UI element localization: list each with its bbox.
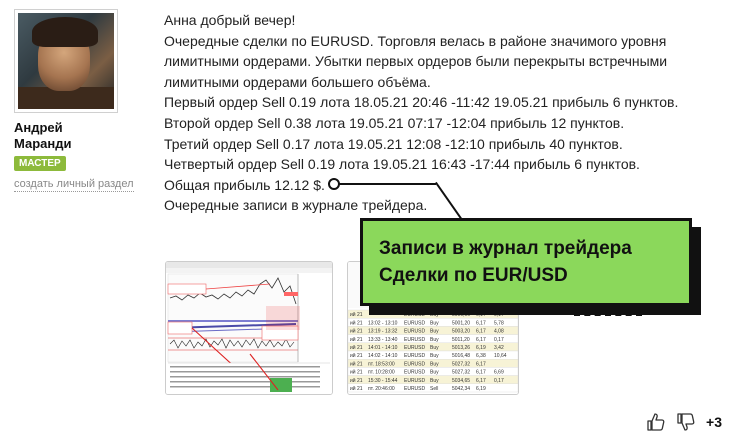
journal-cell: EURUSD bbox=[404, 345, 426, 351]
callout-subtitle: Сделки по EUR/USD bbox=[379, 265, 568, 286]
journal-cell: Sell bbox=[430, 386, 438, 392]
journal-cell: 4,08 bbox=[494, 329, 504, 335]
callout-title: Записи в журнал трейдера bbox=[379, 238, 632, 259]
journal-cell: 6,19 bbox=[476, 386, 486, 392]
journal-cell: 5034,65 bbox=[452, 378, 470, 384]
journal-cell: EURUSD bbox=[404, 312, 426, 318]
reactions-bar: +3 bbox=[646, 412, 722, 432]
journal-cell: ий 21 bbox=[350, 369, 363, 376]
journal-cell: Buy bbox=[430, 337, 439, 343]
post-line: лимитными ордерами. Убытки первых ордеро… bbox=[164, 53, 668, 70]
journal-cell: 5000,06 bbox=[452, 312, 470, 318]
journal-cell: 13:02 - 13:10 bbox=[368, 320, 398, 326]
journal-cell: Buy bbox=[430, 378, 439, 384]
journal-cell: EURUSD bbox=[404, 370, 426, 376]
journal-cell: ий 21 bbox=[350, 319, 363, 326]
journal-cell: ий 21 bbox=[350, 328, 363, 335]
callout-marker-dot bbox=[328, 178, 340, 190]
post-line: лимитными ордерами большего объёма. bbox=[164, 73, 431, 90]
thumbs-down-icon[interactable] bbox=[676, 412, 696, 432]
journal-cell: ий 21 bbox=[350, 352, 363, 359]
post-line: Второй ордер Sell 0.38 лота 19.05.21 07:… bbox=[164, 114, 625, 131]
journal-cell: EURUSD bbox=[404, 386, 426, 392]
journal-cell: ий 21 bbox=[350, 311, 363, 318]
post-line: Четвертый ордер Sell 0.19 лота 19.05.21 … bbox=[164, 156, 640, 173]
post-line: Очередные записи в журнале трейдера. bbox=[164, 197, 428, 214]
journal-cell: 5027,32 bbox=[452, 370, 470, 376]
user-first-name: Андрей bbox=[14, 120, 63, 135]
journal-cell: 5042,34 bbox=[452, 386, 470, 392]
journal-cell: Buy bbox=[430, 329, 439, 335]
journal-cell: 15:30 - 15:44 bbox=[368, 378, 398, 384]
create-section-link[interactable]: создать личный раздел bbox=[14, 178, 134, 192]
journal-cell: 0,17 bbox=[494, 337, 504, 343]
post-line: Очередные сделки по EURUSD. Торговля вел… bbox=[164, 32, 667, 49]
journal-cell: 6,17 bbox=[476, 378, 486, 384]
journal-cell: 13:33 - 13:40 bbox=[368, 337, 398, 343]
journal-cell: ий 21 bbox=[350, 360, 363, 367]
journal-cell: ий 21 bbox=[350, 377, 363, 384]
journal-cell: 0,17 bbox=[494, 378, 504, 384]
user-avatar[interactable] bbox=[14, 9, 118, 113]
post-line: Третий ордер Sell 0.17 лота 19.05.21 12:… bbox=[164, 135, 623, 152]
callout-connector bbox=[338, 183, 436, 185]
post-body: Анна добрый вечер! Очередные сделки по E… bbox=[164, 10, 724, 216]
journal-cell: 6,17 bbox=[476, 361, 486, 367]
reactions-count: +3 bbox=[706, 414, 722, 430]
user-name[interactable]: Андрей Маранди bbox=[14, 120, 124, 152]
journal-cell: Buy bbox=[430, 361, 439, 367]
journal-cell: EURUSD bbox=[404, 361, 426, 367]
chart-screenshot-thumbnail[interactable] bbox=[165, 261, 333, 395]
journal-cell: 14:02 - 14:10 bbox=[368, 353, 398, 359]
journal-cell: Buy bbox=[430, 320, 439, 326]
journal-cell: 10,64 bbox=[494, 353, 507, 359]
journal-cell: 5013,26 bbox=[452, 345, 470, 351]
journal-cell: 6,17 bbox=[476, 370, 486, 376]
journal-cell: 5016,48 bbox=[452, 353, 470, 359]
trading-chart-image bbox=[166, 262, 332, 394]
journal-cell: пт. 10:28:00 bbox=[368, 370, 395, 376]
journal-cell: 13:19 - 13:32 bbox=[368, 329, 398, 335]
journal-cell: Buy bbox=[430, 312, 439, 318]
status-badge: МАСТЕР bbox=[14, 156, 66, 171]
journal-cell: ий 21 bbox=[350, 336, 363, 343]
journal-cell: Buy bbox=[430, 370, 439, 376]
post-line: Анна добрый вечер! bbox=[164, 12, 296, 28]
avatar-image bbox=[18, 13, 114, 109]
journal-cell: EURUSD bbox=[404, 378, 426, 384]
user-last-name: Маранди bbox=[14, 136, 72, 151]
journal-cell: ий 21 bbox=[350, 385, 363, 392]
journal-cell: пт. 20:46:00 bbox=[368, 386, 395, 392]
journal-cell: 5,78 bbox=[494, 320, 504, 326]
journal-cell: 6,38 bbox=[476, 353, 486, 359]
journal-cell: 6,69 bbox=[494, 370, 504, 376]
journal-cell: Buy bbox=[430, 353, 439, 359]
journal-cell: EURUSD bbox=[404, 353, 426, 359]
journal-cell: Buy bbox=[430, 345, 439, 351]
journal-cell: ий 21 bbox=[350, 344, 363, 351]
thumbs-up-icon[interactable] bbox=[646, 412, 666, 432]
journal-cell: EURUSD bbox=[404, 320, 426, 326]
callout-box: Записи в журнал трейдера Сделки по EUR/U… bbox=[360, 218, 692, 306]
callout-dash bbox=[574, 314, 642, 316]
journal-cell: 6,17 bbox=[476, 329, 486, 335]
journal-cell: пт. 18:53:00 bbox=[368, 361, 395, 367]
journal-cell: 5003,20 bbox=[452, 329, 470, 335]
journal-cell: 6,17 bbox=[476, 312, 486, 318]
journal-cell: 6,19 bbox=[476, 345, 486, 351]
journal-cell: 5027,32 bbox=[452, 361, 470, 367]
journal-cell: 0,17 bbox=[494, 312, 504, 318]
journal-cell: 6,17 bbox=[476, 337, 486, 343]
journal-cell: 5001,20 bbox=[452, 320, 470, 326]
post-line: Первый ордер Sell 0.19 лота 18.05.21 20:… bbox=[164, 94, 679, 111]
journal-cell: EURUSD bbox=[404, 337, 426, 343]
journal-cell: 14:01 - 14:10 bbox=[368, 345, 398, 351]
journal-cell: 3,42 bbox=[494, 345, 504, 351]
journal-cell: 5011,20 bbox=[452, 337, 470, 343]
journal-cell: EURUSD bbox=[404, 329, 426, 335]
journal-cell: 6,17 bbox=[476, 320, 486, 326]
